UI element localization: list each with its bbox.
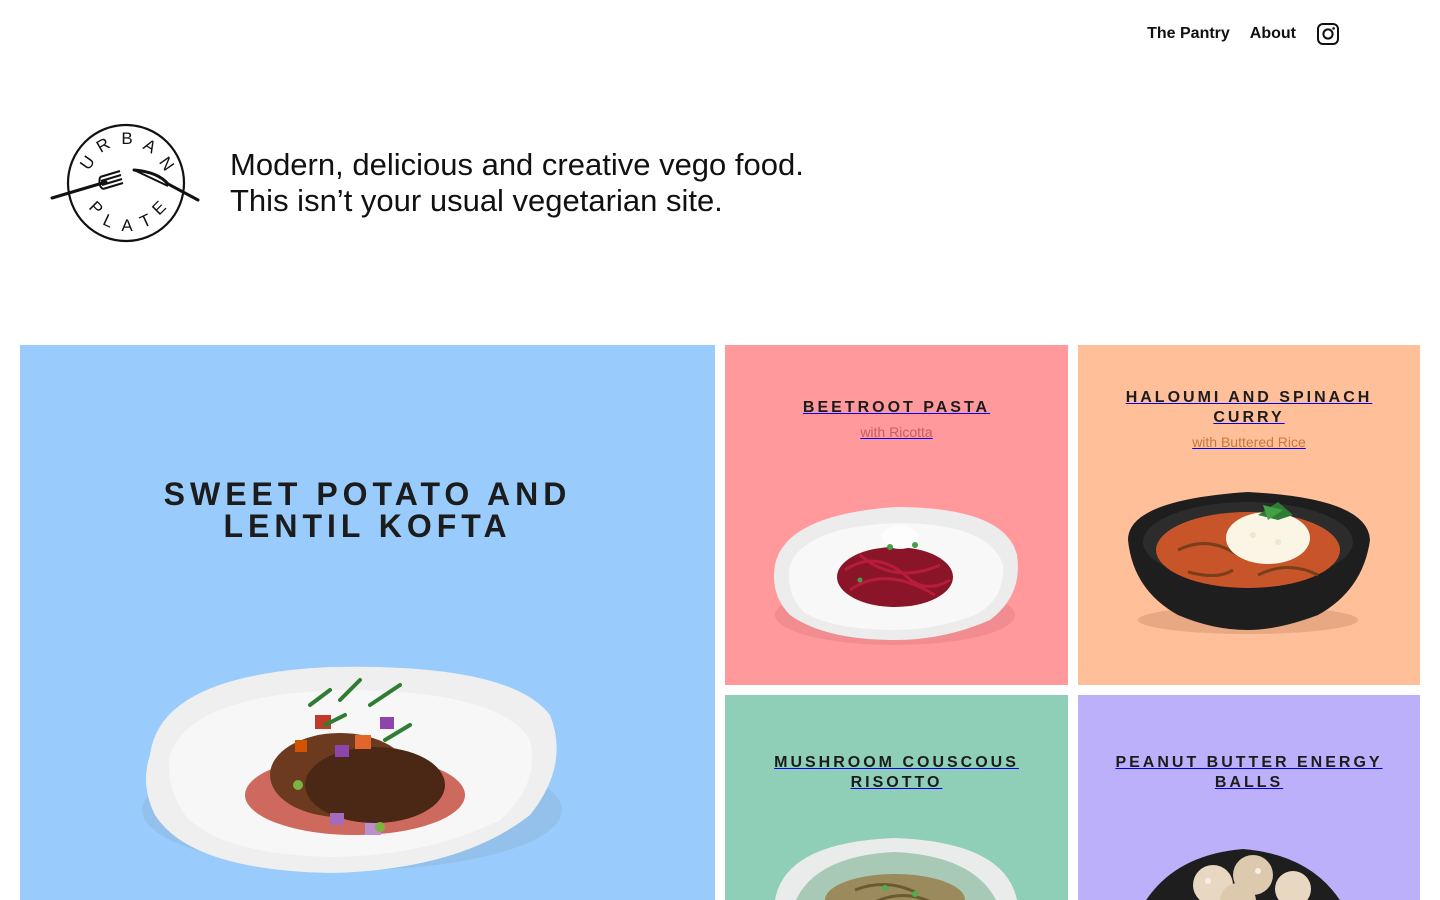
logo-letter-r: R bbox=[93, 134, 113, 157]
recipe-tile-sweet-potato-kofta[interactable]: Sweet Potato and Lentil Kofta bbox=[20, 345, 715, 900]
haloumi-curry-image bbox=[1128, 492, 1370, 634]
logo-letter-a: A bbox=[140, 135, 160, 157]
logo-letter-b: B bbox=[121, 129, 132, 148]
beetroot-pasta-image bbox=[774, 507, 1018, 645]
nav-link-about[interactable]: About bbox=[1250, 25, 1296, 43]
recipe-tile-energy-balls[interactable]: Peanut Butter Energy Balls bbox=[1078, 695, 1420, 900]
recipe-subtitle: with Buttered Rice bbox=[1192, 434, 1306, 450]
logo-letter-n: N bbox=[155, 153, 178, 174]
recipe-title: Haloumi and Spinach Curry bbox=[1125, 389, 1373, 426]
logo-mark-icon: U R B A N P L A T E bbox=[50, 123, 200, 243]
kofta-dish-image bbox=[142, 666, 562, 873]
logo-letter-p: P bbox=[85, 197, 106, 218]
logo-letter-u: U bbox=[76, 152, 99, 173]
logo-letter-l: L bbox=[100, 210, 117, 231]
tagline-line-1: Modern, delicious and creative vego food… bbox=[230, 147, 804, 182]
logo-letter-t: T bbox=[137, 210, 154, 232]
energy-balls-image bbox=[1146, 849, 1340, 900]
mushroom-couscous-image bbox=[775, 838, 1017, 900]
logo-letter-e: E bbox=[148, 197, 169, 218]
instagram-link[interactable] bbox=[1316, 22, 1340, 46]
recipe-tile-beetroot-pasta[interactable]: Beetroot Pasta with Ricotta bbox=[725, 345, 1068, 685]
tagline-line-2: This isn’t your usual vegetarian site. bbox=[230, 183, 723, 218]
recipe-title: Sweet Potato and Lentil Kofta bbox=[163, 476, 572, 544]
instagram-icon bbox=[1317, 23, 1339, 45]
nav-link-the-pantry[interactable]: The Pantry bbox=[1147, 25, 1230, 43]
logo-letter-a2: A bbox=[121, 216, 133, 235]
recipe-title: Mushroom Couscous Risotto bbox=[774, 754, 1019, 791]
recipe-title: Peanut Butter Energy Balls bbox=[1115, 754, 1383, 791]
recipe-tile-mushroom-couscous[interactable]: Mushroom Couscous Risotto bbox=[725, 695, 1068, 900]
recipe-title: Beetroot Pasta bbox=[802, 399, 991, 416]
recipe-tile-haloumi-curry[interactable]: Haloumi and Spinach Curry with Buttered … bbox=[1078, 345, 1420, 685]
urban-plate-logo[interactable]: U R B A N P L A T E bbox=[48, 120, 202, 246]
recipe-subtitle: with Ricotta bbox=[860, 424, 933, 440]
tagline: Modern, delicious and creative vego food… bbox=[230, 147, 804, 219]
top-nav: The Pantry About bbox=[1147, 22, 1340, 46]
